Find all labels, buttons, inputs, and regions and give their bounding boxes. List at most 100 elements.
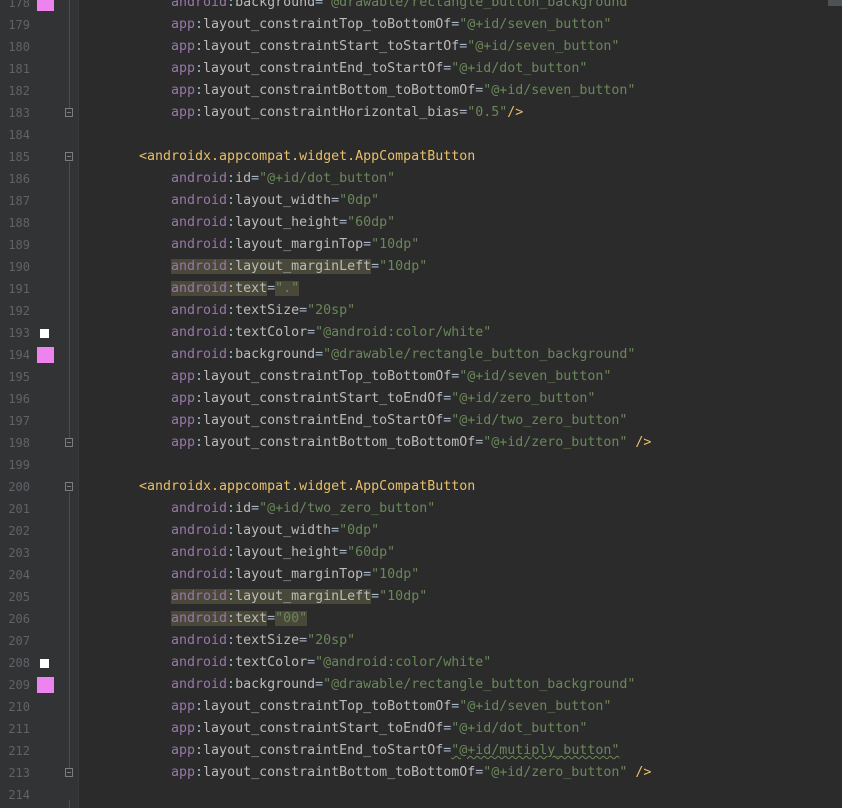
code-line[interactable]: android:text="." xyxy=(79,278,842,300)
attr-value: "@drawable/rectangle_button_background" xyxy=(323,0,636,10)
code-line[interactable]: android:text="00" xyxy=(79,608,842,630)
attr-value: "@+id/dot_button" xyxy=(259,171,396,186)
attr-namespace: app xyxy=(171,105,196,120)
line-number: 183 xyxy=(8,106,30,120)
code-line[interactable]: android:layout_height="60dp" xyxy=(79,212,842,234)
code-line[interactable]: android:id="@+id/dot_button" xyxy=(79,168,842,190)
line-number: 193 xyxy=(8,326,30,340)
code-line[interactable]: android:layout_marginTop="10dp" xyxy=(79,234,842,256)
fold-marker-icon[interactable] xyxy=(65,482,73,491)
code-line[interactable]: android:layout_height="60dp" xyxy=(79,542,842,564)
attr-namespace: android xyxy=(171,281,228,296)
editor-gutter: 178 179 180 181 182 183 184 185 186 187 188 189 190 1… xyxy=(0,0,79,808)
code-line[interactable]: app:layout_constraintTop_toBottomOf="@+i… xyxy=(79,696,842,718)
code-line[interactable] xyxy=(79,454,842,476)
attr-value: "10dp" xyxy=(371,567,420,582)
attr-colon: : xyxy=(195,391,204,406)
attr-value: "20sp" xyxy=(307,303,356,318)
attr-colon: : xyxy=(227,237,236,252)
gutter-line: 184 xyxy=(0,124,78,146)
line-number: 212 xyxy=(8,744,30,758)
code-line[interactable]: android:textColor="@android:color/white" xyxy=(79,652,842,674)
gutter-line: 210 xyxy=(0,696,78,718)
code-line[interactable]: android:layout_width="0dp" xyxy=(79,520,842,542)
code-line[interactable]: android:textColor="@android:color/white" xyxy=(79,322,842,344)
code-line[interactable]: app:layout_constraintEnd_toStartOf="@+id… xyxy=(79,58,842,80)
attr-name: layout_constraintEnd_toStartOf xyxy=(203,743,444,758)
code-line[interactable]: app:layout_constraintTop_toBottomOf="@+i… xyxy=(79,366,842,388)
code-line[interactable]: android:layout_marginLeft="10dp" xyxy=(79,586,842,608)
code-line[interactable]: android:background="@drawable/rectangle_… xyxy=(79,344,842,366)
attr-namespace: app xyxy=(171,17,196,32)
attr-namespace: app xyxy=(171,765,196,780)
code-line[interactable]: android:layout_marginTop="10dp" xyxy=(79,564,842,586)
code-line[interactable]: app:layout_constraintEnd_toStartOf="@+id… xyxy=(79,410,842,432)
fold-guide-line xyxy=(69,0,70,108)
code-line[interactable]: android:id="@+id/two_zero_button" xyxy=(79,498,842,520)
attr-name: layout_height xyxy=(235,545,340,560)
color-swatch-pink[interactable] xyxy=(37,347,54,363)
code-line[interactable]: android:background="@drawable/rectangle_… xyxy=(79,674,842,696)
code-line[interactable]: app:layout_constraintEnd_toStartOf="@+id… xyxy=(79,740,842,762)
fold-marker-icon[interactable] xyxy=(65,768,73,777)
code-line[interactable]: app:layout_constraintStart_toStartOf="@+… xyxy=(79,36,842,58)
tag-close: /> xyxy=(627,765,652,780)
gutter-line: 202 xyxy=(0,520,78,542)
color-swatch-pink[interactable] xyxy=(37,0,54,11)
gutter-line: 186 xyxy=(0,168,78,190)
code-line[interactable]: app:layout_constraintHorizontal_bias="0.… xyxy=(79,102,842,124)
gutter-line: 194 xyxy=(0,344,78,366)
line-number: 205 xyxy=(8,590,30,604)
color-swatch-white[interactable] xyxy=(40,659,49,668)
xml-attribute: android:layout_width="0dp" xyxy=(171,190,379,212)
color-swatch-white[interactable] xyxy=(40,329,49,338)
attr-value: "@+id/dot_button" xyxy=(451,721,588,736)
attr-namespace: app xyxy=(171,435,196,450)
code-line[interactable]: android:layout_marginLeft="10dp" xyxy=(79,256,842,278)
attr-namespace: android xyxy=(171,171,228,186)
attr-namespace: android xyxy=(171,325,228,340)
code-line[interactable]: app:layout_constraintStart_toEndOf="@+id… xyxy=(79,388,842,410)
code-line[interactable]: <androidx.appcompat.widget.AppCompatButt… xyxy=(79,476,842,498)
code-line[interactable]: app:layout_constraintBottom_toBottomOf="… xyxy=(79,762,842,784)
attr-name: layout_constraintBottom_toBottomOf xyxy=(203,435,476,450)
xml-attribute: android:id="@+id/two_zero_button" xyxy=(171,498,435,520)
code-line[interactable] xyxy=(79,124,842,146)
code-line[interactable]: android:background="@drawable/rectangle_… xyxy=(79,0,842,14)
attr-equals: = xyxy=(299,633,308,648)
xml-attribute: android:background="@drawable/rectangle_… xyxy=(171,674,635,696)
xml-tag-open: <androidx.appcompat.widget.AppCompatButt… xyxy=(139,479,476,494)
attr-namespace: android xyxy=(171,237,228,252)
fold-guide-line xyxy=(69,492,70,768)
code-area[interactable]: android: background = "@drawable/rectangle_… xyxy=(79,0,842,808)
fold-marker-icon[interactable] xyxy=(65,108,73,117)
code-line[interactable]: app:layout_constraintBottom_toBottomOf="… xyxy=(79,432,842,454)
attr-value: "@+id/two_zero_button" xyxy=(259,501,436,516)
attr-name: background xyxy=(235,677,316,692)
gutter-line: 181 xyxy=(0,58,78,80)
scrollbar-marker[interactable] xyxy=(828,0,842,6)
fold-marker-icon[interactable] xyxy=(65,152,73,161)
gutter-line: 208 xyxy=(0,652,78,674)
code-line[interactable]: android:textSize="20sp" xyxy=(79,300,842,322)
fold-marker-icon[interactable] xyxy=(65,438,73,447)
code-line[interactable]: app:layout_constraintBottom_toBottomOf="… xyxy=(79,80,842,102)
gutter-line: 187 xyxy=(0,190,78,212)
attr-colon: : xyxy=(195,699,204,714)
attr-colon: : xyxy=(227,545,236,560)
code-line[interactable]: app:layout_constraintTop_toBottomOf="@+i… xyxy=(79,14,842,36)
attr-equals: = xyxy=(331,523,340,538)
code-line[interactable]: app:layout_constraintStart_toEndOf="@+id… xyxy=(79,718,842,740)
code-line[interactable]: <androidx.appcompat.widget.AppCompatButt… xyxy=(79,146,842,168)
code-editor[interactable]: 178 179 180 181 182 183 184 185 186 187 188 189 190 1… xyxy=(0,0,842,808)
attr-namespace: app xyxy=(171,699,196,714)
attr-namespace: android xyxy=(171,589,228,604)
code-line[interactable]: android:textSize="20sp" xyxy=(79,630,842,652)
attr-value: "0dp" xyxy=(339,523,380,538)
attr-value: "20sp" xyxy=(307,633,356,648)
attr-colon: : xyxy=(195,413,204,428)
code-line[interactable]: android:layout_width="0dp" xyxy=(79,190,842,212)
code-line[interactable] xyxy=(79,784,842,806)
attr-equals: = xyxy=(315,347,324,362)
color-swatch-pink[interactable] xyxy=(37,677,54,693)
